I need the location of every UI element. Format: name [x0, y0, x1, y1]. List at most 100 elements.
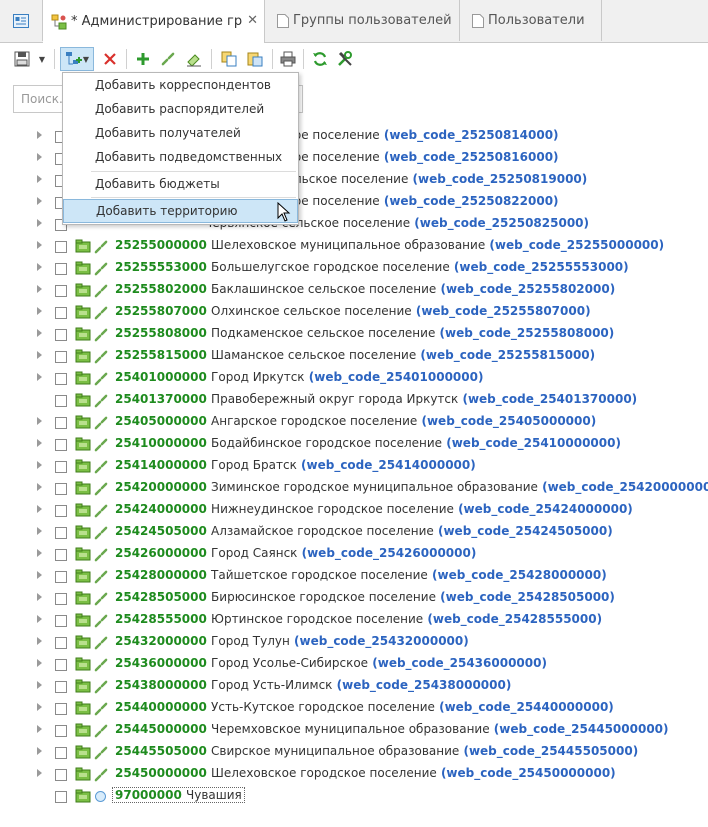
- tree-row[interactable]: 25410000000 Бодайбинское городское посел…: [0, 433, 708, 455]
- row-checkbox[interactable]: [55, 439, 67, 451]
- row-checkbox[interactable]: [55, 791, 67, 803]
- tree-row[interactable]: 25255807000 Олхинское сельское поселение…: [0, 301, 708, 323]
- menu-item-add-budgets[interactable]: Добавить бюджеты: [63, 173, 298, 195]
- print-button[interactable]: [276, 47, 300, 71]
- tree-row[interactable]: 25445505000 Свирское муниципальное образ…: [0, 741, 708, 763]
- tab-administration[interactable]: * Администрирование гр ✕: [43, 0, 265, 43]
- expand-icon[interactable]: [37, 175, 42, 183]
- expand-icon[interactable]: [37, 527, 42, 535]
- tree-row[interactable]: 25420000000 Зиминское городское муниципа…: [0, 477, 708, 499]
- tree-row[interactable]: 25426000000 Город Саянск (web_code_25426…: [0, 543, 708, 565]
- tree-row[interactable]: 25450000000 Шелеховское городское поселе…: [0, 763, 708, 785]
- expand-icon[interactable]: [37, 659, 42, 667]
- row-checkbox[interactable]: [55, 395, 67, 407]
- tree-row[interactable]: 25440000000 Усть-Кутское городское посел…: [0, 697, 708, 719]
- expand-icon[interactable]: [37, 219, 42, 227]
- delete-button[interactable]: [98, 47, 122, 71]
- row-checkbox[interactable]: [55, 483, 67, 495]
- menu-item-add-correspondents[interactable]: Добавить корреспондентов: [63, 74, 298, 96]
- tab-user-groups[interactable]: Группы пользователей: [265, 0, 460, 41]
- row-checkbox[interactable]: [55, 681, 67, 693]
- row-checkbox[interactable]: [55, 571, 67, 583]
- expand-icon[interactable]: [37, 439, 42, 447]
- expand-icon[interactable]: [37, 571, 42, 579]
- menu-item-add-territory[interactable]: Добавить территорию: [63, 199, 298, 223]
- expand-icon[interactable]: [37, 549, 42, 557]
- row-checkbox[interactable]: [55, 659, 67, 671]
- tree-row[interactable]: 25255815000 Шаманское сельское поселение…: [0, 345, 708, 367]
- expand-icon[interactable]: [37, 593, 42, 601]
- add-button[interactable]: [131, 47, 155, 71]
- expand-icon[interactable]: [37, 153, 42, 161]
- save-dropdown-button[interactable]: ▼: [34, 47, 50, 71]
- row-checkbox[interactable]: [55, 417, 67, 429]
- expand-icon[interactable]: [37, 329, 42, 337]
- tree-row[interactable]: 25401370000 Правобережный округ города И…: [0, 389, 708, 411]
- menu-item-add-subordinates[interactable]: Добавить подведомственных: [63, 146, 298, 168]
- close-icon[interactable]: ✕: [247, 13, 258, 28]
- tree-row[interactable]: 25428000000 Тайшетское городское поселен…: [0, 565, 708, 587]
- refresh-button[interactable]: [308, 47, 332, 71]
- row-checkbox[interactable]: [55, 329, 67, 341]
- expand-icon[interactable]: [37, 505, 42, 513]
- tree-row[interactable]: 25255802000 Баклашинское сельское поселе…: [0, 279, 708, 301]
- row-checkbox[interactable]: [55, 615, 67, 627]
- save-button[interactable]: [10, 47, 34, 71]
- expand-icon[interactable]: [37, 747, 42, 755]
- row-checkbox[interactable]: [55, 263, 67, 275]
- copy-button[interactable]: [217, 47, 241, 71]
- tab-users[interactable]: Пользователи: [460, 0, 602, 41]
- menu-item-add-managers[interactable]: Добавить распорядителей: [63, 98, 298, 120]
- add-dropdown-button[interactable]: ▼: [60, 47, 94, 71]
- paste-button[interactable]: [243, 47, 267, 71]
- expand-icon[interactable]: [37, 263, 42, 271]
- row-checkbox[interactable]: [55, 351, 67, 363]
- expand-icon[interactable]: [37, 307, 42, 315]
- tree-row[interactable]: 25255000000 Шелеховское муниципальное об…: [0, 235, 708, 257]
- tree-row[interactable]: 25445000000 Черемховское муниципальное о…: [0, 719, 708, 741]
- row-checkbox[interactable]: [55, 725, 67, 737]
- tree-row[interactable]: 25424505000 Алзамайское городское поселе…: [0, 521, 708, 543]
- expand-icon[interactable]: [37, 285, 42, 293]
- tree-row[interactable]: 25424000000 Нижнеудинское городское посе…: [0, 499, 708, 521]
- expand-icon[interactable]: [37, 373, 42, 381]
- tree-row[interactable]: 25438000000 Город Усть-Илимск (web_code_…: [0, 675, 708, 697]
- row-checkbox[interactable]: [55, 549, 67, 561]
- expand-icon[interactable]: [37, 483, 42, 491]
- tab-home[interactable]: [0, 0, 43, 41]
- tree-row[interactable]: 25428555000 Юртинское городское поселени…: [0, 609, 708, 631]
- expand-icon[interactable]: [37, 197, 42, 205]
- tree-row-selected[interactable]: 97000000 Чувашия: [0, 785, 708, 807]
- edit-button[interactable]: [182, 47, 206, 71]
- row-checkbox[interactable]: [55, 241, 67, 253]
- expand-icon[interactable]: [37, 703, 42, 711]
- menu-item-add-recipients[interactable]: Добавить получателей: [63, 122, 298, 144]
- tree-row[interactable]: 25436000000 Город Усолье-Сибирское (web_…: [0, 653, 708, 675]
- tree-row[interactable]: 25414000000 Город Братск (web_code_25414…: [0, 455, 708, 477]
- expand-icon[interactable]: [37, 769, 42, 777]
- expand-icon[interactable]: [37, 615, 42, 623]
- row-checkbox[interactable]: [55, 285, 67, 297]
- row-checkbox[interactable]: [55, 703, 67, 715]
- tree-row[interactable]: 25428505000 Бирюсинское городское поселе…: [0, 587, 708, 609]
- unlink-button[interactable]: [156, 47, 180, 71]
- expand-icon[interactable]: [37, 461, 42, 469]
- row-checkbox[interactable]: [55, 747, 67, 759]
- row-checkbox[interactable]: [55, 505, 67, 517]
- tree-row[interactable]: 25432000000 Город Тулун (web_code_254320…: [0, 631, 708, 653]
- tree-row[interactable]: 25405000000 Ангарское городское поселени…: [0, 411, 708, 433]
- row-checkbox[interactable]: [55, 593, 67, 605]
- row-checkbox[interactable]: [55, 527, 67, 539]
- expand-icon[interactable]: [37, 241, 42, 249]
- row-checkbox[interactable]: [55, 373, 67, 385]
- row-checkbox[interactable]: [55, 461, 67, 473]
- row-checkbox[interactable]: [55, 637, 67, 649]
- expand-icon[interactable]: [37, 681, 42, 689]
- expand-icon[interactable]: [37, 637, 42, 645]
- expand-icon[interactable]: [37, 351, 42, 359]
- expand-icon[interactable]: [37, 131, 42, 139]
- tree-row[interactable]: 25255808000 Подкаменское сельское поселе…: [0, 323, 708, 345]
- tree-row[interactable]: 25255553000 Большелугское городское посе…: [0, 257, 708, 279]
- expand-icon[interactable]: [37, 725, 42, 733]
- expand-icon[interactable]: [37, 417, 42, 425]
